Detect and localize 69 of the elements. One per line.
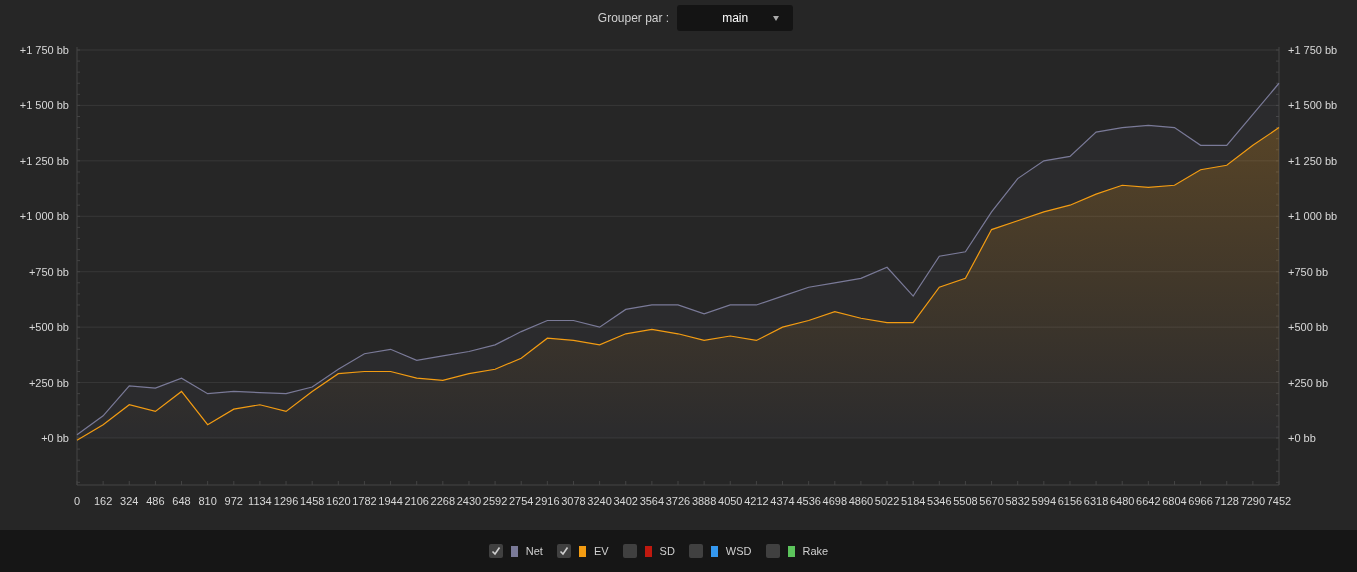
x-axis-label: 810 [198,495,217,507]
x-axis-label: 1296 [273,495,299,507]
y-axis-label: +500 bb [28,321,69,334]
y-axis-label: +250 bb [1288,376,1329,389]
x-axis-label: 324 [120,495,139,507]
x-axis-label: 486 [146,495,165,507]
x-axis-label: 7290 [1240,495,1266,507]
x-axis-label: 3240 [587,495,612,507]
x-axis-label: 2268 [430,495,456,507]
y-axis-label: +1 500 bb [19,99,69,112]
x-axis-label: 4698 [822,495,847,507]
x-axis-label: 0 [73,495,81,507]
x-axis-label: 5832 [1005,495,1030,507]
x-axis-label: 3888 [691,495,717,507]
x-axis-label: 6318 [1083,495,1109,507]
x-axis-label: 7452 [1266,495,1292,507]
x-axis-label: 5346 [927,495,952,507]
y-axis-label: +750 bb [28,265,69,278]
y-axis-label: +1 750 bb [19,44,69,56]
x-axis-label: 4536 [796,495,821,507]
x-axis-label: 6156 [1057,495,1083,507]
x-axis-label: 3078 [561,495,586,507]
x-axis-label: 2106 [404,495,429,507]
x-axis-label: 6642 [1136,495,1161,507]
x-axis-label: 6804 [1162,495,1187,507]
x-axis-label: 5994 [1031,495,1057,507]
x-axis-label: 5670 [979,495,1004,507]
x-axis-label: 1458 [299,495,325,507]
y-axis-label: +250 bb [28,376,69,389]
x-axis-label: 1620 [326,495,351,507]
y-axis-label: +1 250 bb [19,154,69,167]
x-axis-label: 1782 [352,495,377,507]
y-axis-label: +0 bb [1288,432,1316,444]
legend-label: EV [593,545,609,557]
x-axis-label: 3726 [665,495,691,507]
x-axis-label: 3402 [613,495,638,507]
x-axis-label: 1134 [248,495,272,507]
group-by-label: Grouper par : [597,10,670,25]
legend-label: Net [525,545,543,557]
x-axis-label: 4860 [848,495,874,507]
y-axis-label: +1 000 bb [1288,210,1338,223]
x-axis-label: 5508 [953,495,978,507]
x-axis-label: 4050 [718,495,743,507]
x-axis-label: 648 [172,495,191,507]
x-axis-label: 2916 [535,495,560,507]
x-axis-label: 4212 [744,495,769,507]
x-axis-label: 5022 [874,495,900,507]
y-axis-label: +0 bb [41,432,69,444]
x-axis-label: 4374 [770,495,795,507]
legend-label: Rake [802,545,829,557]
legend-label: SD [659,545,675,557]
x-axis-label: 972 [224,495,243,507]
legend-label: WSD [725,545,752,557]
y-axis-label: +1 750 bb [1288,44,1338,56]
x-axis-label: 2754 [509,495,534,507]
y-axis-label: +1 500 bb [1288,99,1338,112]
x-axis-label: 6480 [1110,495,1135,507]
x-axis-label: 7128 [1214,495,1239,507]
y-axis-label: +1 000 bb [19,210,69,223]
x-axis-label: 6966 [1188,495,1213,507]
x-axis-label: 5184 [900,495,926,507]
y-axis-label: +750 bb [1288,265,1329,278]
x-axis-label: 162 [93,495,113,507]
x-axis-label: 2430 [456,495,482,507]
x-axis-label: 3564 [639,495,665,507]
y-axis-label: +1 250 bb [1288,154,1338,167]
y-axis-label: +500 bb [1288,321,1329,334]
x-axis-label: 1944 [378,495,403,507]
x-axis-label: 2592 [482,495,508,507]
